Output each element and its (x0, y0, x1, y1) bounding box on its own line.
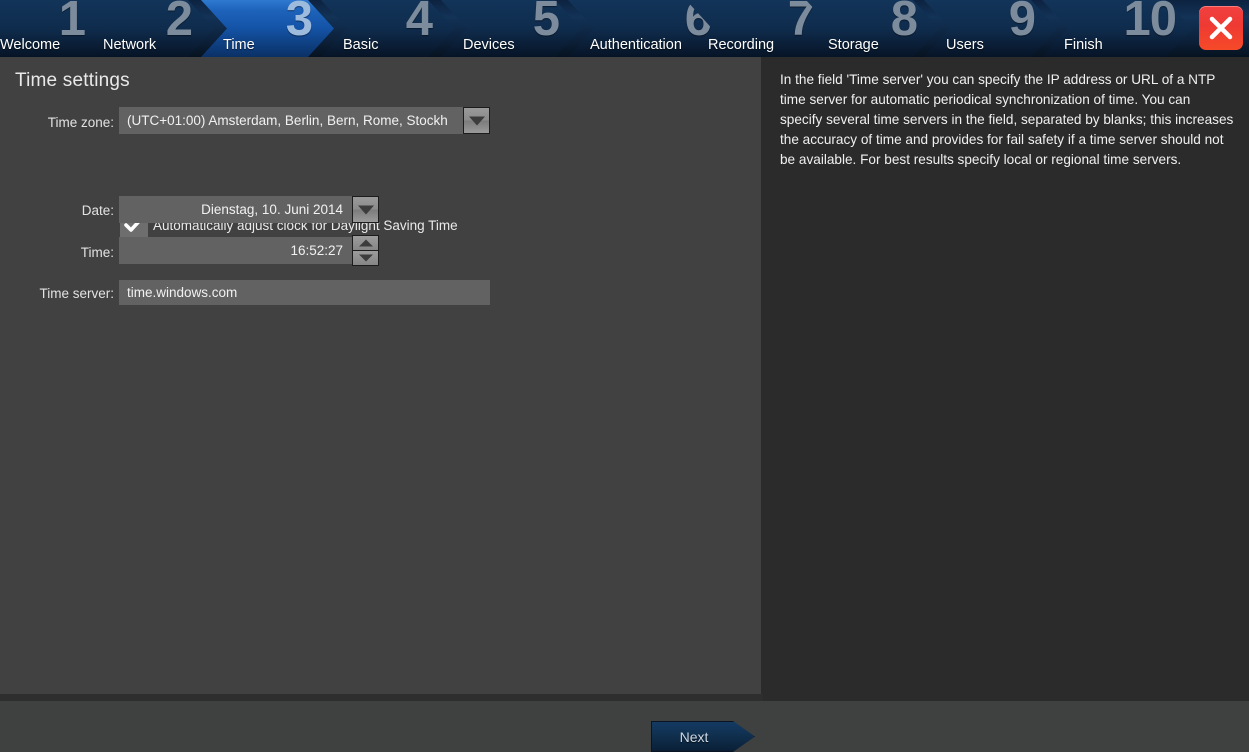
step-label: Network (103, 37, 157, 53)
triangle-up-icon (358, 239, 373, 247)
close-x-icon (1209, 16, 1233, 40)
step-label: Recording (708, 37, 775, 53)
close-button[interactable] (1199, 6, 1243, 50)
step-shape (321, 0, 454, 57)
chevron-down-icon (468, 116, 485, 125)
step-number: 4 (405, 0, 433, 46)
wizard-step-time[interactable]: 3 Time (201, 0, 334, 57)
step-label: Devices (463, 37, 515, 53)
wizard-step-storage[interactable]: 8 Storage (806, 0, 939, 57)
step-label: Finish (1064, 37, 1103, 53)
settings-panel: Time settings Time zone: Automatically a… (0, 57, 761, 752)
step-number: 8 (890, 0, 918, 46)
step-number: 5 (532, 0, 560, 46)
timezone-select[interactable] (119, 107, 463, 134)
spinner-down-button[interactable] (353, 251, 378, 265)
bottom-strip (0, 694, 763, 701)
wizard-step-network[interactable]: 2 Network (81, 0, 214, 57)
date-input[interactable] (119, 196, 352, 223)
time-input[interactable] (119, 237, 352, 264)
step-number: 3 (285, 0, 313, 46)
step-label: Basic (343, 37, 379, 53)
step-label: Users (946, 37, 984, 53)
help-text: In the field 'Time server' you can speci… (780, 72, 1234, 167)
timeserver-label: Time server: (39, 286, 114, 301)
step-label: Time (223, 37, 255, 53)
spinner-up-button[interactable] (353, 236, 378, 250)
step-number: 10 (1123, 0, 1177, 46)
help-panel: In the field 'Time server' you can speci… (763, 57, 1249, 701)
step-shape (924, 0, 1057, 57)
wizard-step-devices[interactable]: 5 Devices (441, 0, 581, 57)
step-number: 9 (1008, 0, 1036, 46)
chevron-down-icon (357, 205, 374, 214)
timeserver-input[interactable] (119, 280, 490, 305)
time-spinner[interactable] (352, 235, 379, 266)
next-button-label: Next (679, 728, 709, 745)
step-shape (201, 0, 334, 57)
step-label: Storage (828, 37, 879, 53)
step-number: 2 (165, 0, 193, 46)
triangle-down-icon (358, 254, 373, 262)
date-label: Date: (81, 203, 114, 218)
wizard-step-basic[interactable]: 4 Basic (321, 0, 454, 57)
step-label: Authentication (590, 37, 682, 53)
step-label: Welcome (0, 37, 61, 53)
page-title: Time settings (15, 70, 130, 91)
next-button[interactable]: Next (651, 721, 755, 752)
wizard-step-finish[interactable]: 10 Finish (1042, 0, 1192, 57)
wizard-step-users[interactable]: 9 Users (924, 0, 1057, 57)
wizard-step-bar: 1 Welcome 2 Network 3 Time 4 Basic 5 Dev… (0, 0, 1249, 57)
timezone-label: Time zone: (47, 115, 114, 130)
time-label: Time: (80, 245, 114, 260)
date-dropdown-button[interactable] (352, 196, 379, 223)
timezone-dropdown-button[interactable] (463, 107, 490, 134)
